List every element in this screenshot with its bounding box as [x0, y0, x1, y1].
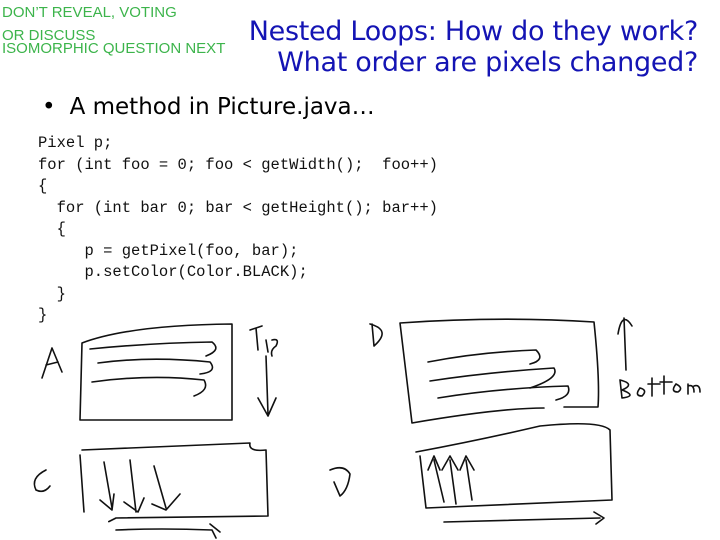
sketch-c-right-arrow — [115, 523, 221, 539]
sketch-d-col-arrow-2 — [441, 455, 459, 505]
sketch-b-row-arrow-2 — [429, 367, 556, 389]
sketch-d-box — [415, 422, 613, 509]
sketch-a-row-arrow-3 — [91, 376, 207, 397]
sketch-b-bottom-label — [619, 375, 701, 399]
sketch-a-top-label — [249, 325, 279, 357]
sketch-c — [33, 442, 269, 539]
sketch-a-row-arrow-1 — [89, 341, 217, 357]
sketch-b — [369, 317, 701, 424]
sketch-c-label — [33, 469, 51, 493]
sketch-d-col-arrow-3 — [459, 455, 475, 501]
sketch-b-label — [369, 323, 383, 347]
sketch-a-label — [41, 347, 63, 379]
sketch-b-up-arrow — [617, 317, 633, 371]
sketch-d-col-arrow-1 — [427, 455, 445, 503]
sketch-c-col-arrow-3 — [151, 465, 181, 511]
handwritten-sketches — [33, 317, 701, 539]
sketch-a-row-arrow-2 — [97, 358, 214, 375]
sketch-c-col-arrow-1 — [99, 461, 115, 511]
sketch-b-row-arrow-1 — [427, 349, 541, 365]
sketch-d-label — [329, 466, 351, 497]
sketch-a-down-arrow — [257, 355, 277, 417]
sketch-b-row-arrow-3 — [437, 385, 570, 401]
sketch-b-box — [399, 318, 600, 424]
sketch-c-col-arrow-2 — [123, 459, 145, 513]
slide: DON’T REVEAL, VOTING OR DISCUSS ISOMORPH… — [0, 0, 720, 540]
sketch-a — [41, 323, 279, 421]
sketch-d-right-arrow — [443, 511, 605, 525]
sketch-d — [329, 422, 613, 525]
